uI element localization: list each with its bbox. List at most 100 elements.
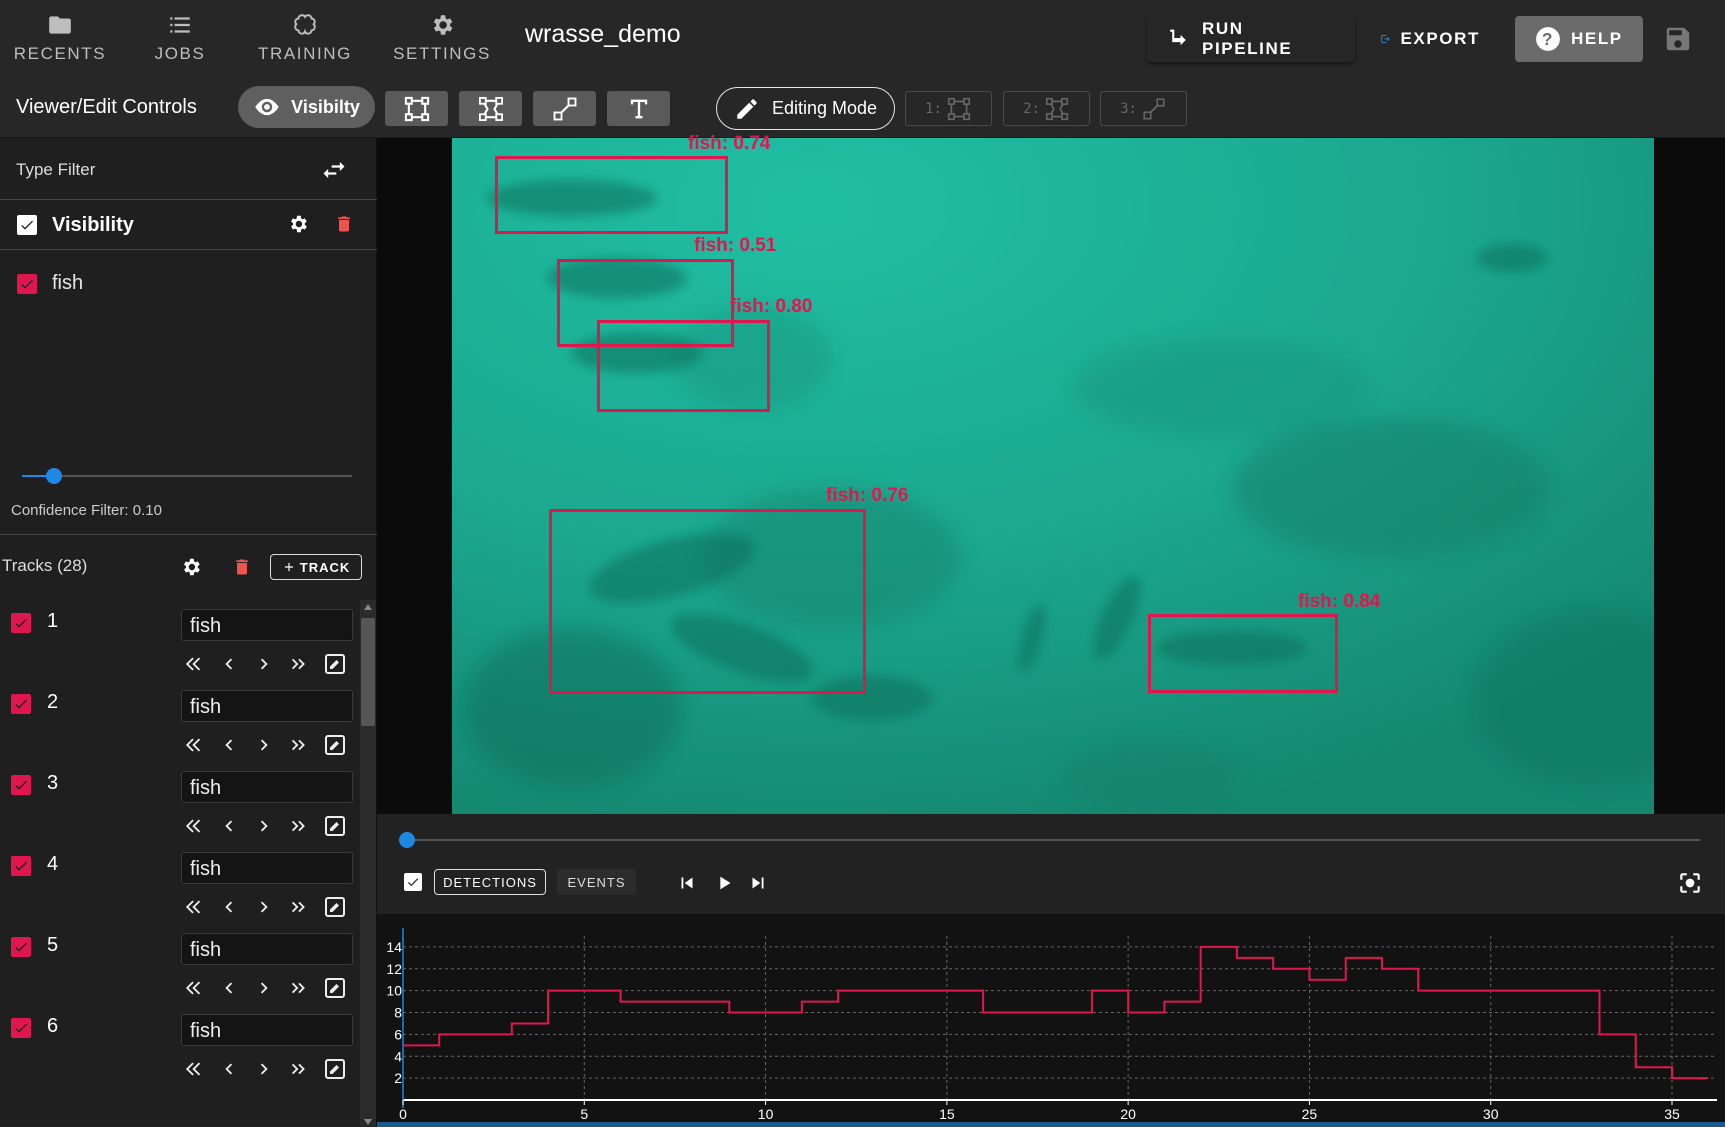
recent-polygon-button[interactable]: 2: [1003, 91, 1090, 126]
skip-to-end-icon[interactable] [747, 872, 769, 894]
nav-training-button[interactable]: Training [250, 0, 360, 76]
track-navigation-controls [181, 973, 353, 1003]
type-settings-gear-icon[interactable] [287, 213, 309, 235]
detection-box[interactable] [597, 320, 770, 412]
eye-icon [255, 98, 279, 116]
track-id-label: 5 [47, 934, 59, 956]
track-prev-frame-icon[interactable] [216, 892, 242, 922]
track-first-frame-icon[interactable] [181, 892, 207, 922]
track-edit-icon[interactable] [322, 973, 348, 1003]
help-button[interactable]: ? HELP [1515, 16, 1643, 62]
track-visibility-checkbox[interactable] [11, 613, 31, 633]
detection-count-chart[interactable]: 0 5 10 15 20 25 30 35 2 4 6 8 10 12 14 [377, 914, 1725, 1127]
type-delete-trash-icon[interactable] [334, 213, 354, 235]
track-first-frame-icon[interactable] [181, 649, 207, 679]
swap-horizontal-icon[interactable] [320, 156, 348, 184]
recent-line-button[interactable]: 3: [1100, 91, 1187, 126]
line-tool-button[interactable] [533, 91, 596, 126]
polygon-tool-button[interactable] [459, 91, 522, 126]
text-tool-button[interactable] [607, 91, 670, 126]
track-last-frame-icon[interactable] [286, 973, 312, 1003]
visibility-all-checkbox[interactable] [17, 215, 37, 235]
type-fish-checkbox[interactable] [17, 274, 37, 294]
nav-recents-button[interactable]: Recents [12, 0, 108, 76]
track-next-frame-icon[interactable] [251, 649, 277, 679]
track-row[interactable]: 4 fish [0, 843, 360, 932]
add-track-button[interactable]: TRACK [270, 554, 362, 580]
track-next-frame-icon[interactable] [251, 973, 277, 1003]
confidence-slider-track[interactable] [22, 475, 352, 477]
track-edit-icon[interactable] [322, 649, 348, 679]
nav-jobs-button[interactable]: Jobs [140, 0, 220, 76]
track-row[interactable]: 2 fish [0, 681, 360, 770]
track-type-input[interactable]: fish [181, 933, 353, 965]
track-list-scroll-thumb[interactable] [361, 618, 375, 726]
scroll-up-arrow-icon[interactable] [362, 602, 374, 612]
detection-box[interactable] [549, 509, 866, 694]
checkmark-icon [15, 780, 27, 790]
track-last-frame-icon[interactable] [286, 649, 312, 679]
track-visibility-checkbox[interactable] [11, 1018, 31, 1038]
tracks-delete-trash-icon[interactable] [232, 556, 252, 578]
detection-box[interactable] [1148, 614, 1338, 693]
track-first-frame-icon[interactable] [181, 1054, 207, 1084]
track-visibility-checkbox[interactable] [11, 694, 31, 714]
track-row[interactable]: 6 fish [0, 1005, 360, 1094]
run-pipeline-button[interactable]: RUN PIPELINE [1147, 16, 1355, 62]
visibility-toggle-button[interactable]: Visibilty [238, 86, 375, 128]
track-next-frame-icon[interactable] [251, 892, 277, 922]
tracks-settings-gear-icon[interactable] [180, 556, 202, 578]
recent-rectangle-button[interactable]: 1: [905, 91, 992, 126]
track-edit-icon[interactable] [322, 892, 348, 922]
track-row[interactable]: 3 fish [0, 762, 360, 851]
play-icon[interactable] [713, 872, 735, 894]
editing-mode-button[interactable]: Editing Mode [716, 87, 895, 130]
save-icon[interactable] [1663, 24, 1693, 54]
confidence-slider-thumb[interactable] [46, 468, 62, 484]
track-type-input[interactable]: fish [181, 609, 353, 641]
track-prev-frame-icon[interactable] [216, 730, 242, 760]
detection-box[interactable] [495, 156, 728, 234]
track-navigation-controls [181, 892, 353, 922]
track-last-frame-icon[interactable] [286, 1054, 312, 1084]
frame-seek-thumb[interactable] [399, 832, 415, 848]
track-edit-icon[interactable] [322, 730, 348, 760]
track-type-input[interactable]: fish [181, 771, 353, 803]
track-visibility-checkbox[interactable] [11, 775, 31, 795]
track-prev-frame-icon[interactable] [216, 649, 242, 679]
skip-to-start-icon[interactable] [676, 872, 698, 894]
track-next-frame-icon[interactable] [251, 811, 277, 841]
rectangle-tool-button[interactable] [385, 91, 448, 126]
timeline-toggle-checkbox[interactable] [404, 873, 422, 891]
dataset-title: wrasse_demo [525, 20, 681, 48]
track-first-frame-icon[interactable] [181, 811, 207, 841]
track-edit-icon[interactable] [322, 1054, 348, 1084]
track-last-frame-icon[interactable] [286, 730, 312, 760]
video-frame[interactable] [452, 138, 1654, 814]
track-type-input[interactable]: fish [181, 852, 353, 884]
track-next-frame-icon[interactable] [251, 1054, 277, 1084]
tab-events[interactable]: EVENTS [557, 869, 636, 895]
track-type-input[interactable]: fish [181, 690, 353, 722]
track-first-frame-icon[interactable] [181, 730, 207, 760]
frame-seek-track[interactable] [407, 839, 1700, 841]
track-row[interactable]: 1 fish [0, 600, 360, 689]
track-visibility-checkbox[interactable] [11, 937, 31, 957]
track-prev-frame-icon[interactable] [216, 1054, 242, 1084]
center-focus-icon[interactable] [1677, 870, 1703, 896]
x-tick-label: 25 [1302, 1106, 1318, 1122]
track-edit-icon[interactable] [322, 811, 348, 841]
track-visibility-checkbox[interactable] [11, 856, 31, 876]
track-last-frame-icon[interactable] [286, 811, 312, 841]
track-last-frame-icon[interactable] [286, 892, 312, 922]
track-prev-frame-icon[interactable] [216, 973, 242, 1003]
track-row[interactable]: 5 fish [0, 924, 360, 1013]
track-first-frame-icon[interactable] [181, 973, 207, 1003]
track-prev-frame-icon[interactable] [216, 811, 242, 841]
track-type-input[interactable]: fish [181, 1014, 353, 1046]
scroll-down-arrow-icon[interactable] [362, 1117, 374, 1127]
tab-detections[interactable]: DETECTIONS [434, 869, 546, 895]
export-button[interactable]: EXPORT [1360, 16, 1500, 62]
nav-settings-button[interactable]: Settings [390, 0, 494, 76]
track-next-frame-icon[interactable] [251, 730, 277, 760]
